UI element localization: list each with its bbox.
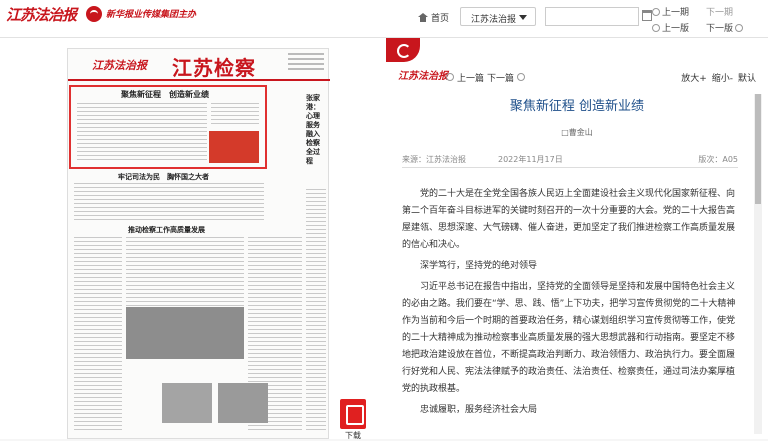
newspaper-page-thumbnail[interactable]: 江苏法治报 江苏检察 聚焦新征程 创造新业绩 张家港：心理服务融入检察全过程 牢… [67,48,330,439]
prev-page-link[interactable]: 上一版 [652,21,689,34]
prev-article-icon [446,73,454,81]
article-edition: 版次：A05 [698,155,738,164]
download-label[interactable]: 下载 [345,430,361,441]
article-source: 来源：江苏法治报 [402,155,466,164]
news-photo [162,383,212,423]
next-article-icon [517,73,526,81]
home-link[interactable]: 首页 [418,11,449,24]
newspaper-select-value: 江苏法治报 [471,15,517,25]
next-page-label: 下一版 [706,24,734,34]
article-subheading: 深学笃行，坚持党的绝对领导 [420,261,538,271]
prev-issue-icon [652,7,660,16]
article-body: 党的二十大是在全党全国各族人民迈上全面建设社会主义现代化国家新征程、向第二个百年… [402,186,742,423]
article-subheading: 忠诚履职，服务经济社会大局 [420,405,538,415]
news-photo [218,383,268,423]
highlighted-article-region[interactable]: 聚焦新征程 创造新业绩 [69,85,267,169]
article-text-lines [211,103,259,127]
article-paragraph: 习近平总书记在报告中指出，坚持党的全面领导是坚持和发展中国特色社会主义的必由之路… [402,282,736,394]
scrollbar[interactable] [754,94,762,434]
next-article-link[interactable]: 下一篇 [487,71,514,84]
scrollbar-thumb[interactable] [755,94,761,204]
article-text-lines [74,183,264,223]
group-name: 新华报业传媒集团主办 [106,10,197,20]
zoom-controls: 放大+ 缩小- 默认 [681,69,756,85]
next-issue-label: 下一期 [706,8,734,18]
page-viewer: 江苏法治报 江苏检察 聚焦新征程 创造新业绩 张家港：心理服务融入检察全过程 牢… [0,38,386,441]
prev-page-label: 上一版 [662,24,690,34]
zoom-in-button[interactable]: 放大+ [681,71,707,84]
group-logo-icon [86,6,102,22]
calendar-icon[interactable] [642,10,652,21]
paper-header: 江苏法治报 江苏检察 [68,49,330,81]
article-text-lines [77,103,207,163]
article-title: 聚焦新征程 创造新业绩 [509,99,645,114]
home-label: 首页 [431,14,450,24]
newspaper-select[interactable]: 江苏法治报 [460,7,536,26]
article-author: □曹金山 [561,128,593,137]
news-photo [126,307,244,359]
zoom-reset-button[interactable]: 默认 [738,71,756,84]
paper-header-info [288,53,324,75]
top-bar: 江苏法治报 新华报业传媒集团主办 首页 江苏法治报 上一期 下一期 上一版 下一… [0,0,768,38]
chevron-down-icon [519,15,527,20]
back-arrow-icon[interactable] [386,38,420,62]
next-page-icon [735,23,744,32]
article-reader: 江苏法治报 上一篇 下一篇 放大+ 缩小- 默认 聚焦新征程 创造新业绩 □曹金… [386,38,768,439]
date-picker-input[interactable] [545,7,652,26]
reader-logo: 江苏法治报 [398,71,448,82]
highlighted-article-title: 聚焦新征程 创造新业绩 [121,89,209,99]
sub-headline[interactable]: 牢记司法为民 胸怀国之大者 [118,172,209,182]
article-title[interactable]: 推动检察工作高质量发展 [128,225,205,235]
next-page-link[interactable]: 下一版 [706,21,744,34]
article-text-lines [74,237,122,433]
article-image [209,131,259,163]
article-date: 2022年11月17日 [498,155,563,164]
prev-article-link[interactable]: 上一篇 [457,71,484,84]
prev-page-icon [652,23,660,32]
side-article-title[interactable]: 张家港：心理服务融入检察全过程 [306,93,322,165]
article-meta: 来源：江苏法治报 2022年11月17日 版次：A05 [402,154,738,168]
paper-masthead: 江苏法治报 [92,59,147,72]
article-text-lines [306,189,326,433]
site-logo[interactable]: 江苏法治报 [6,4,77,25]
paper-section-title: 江苏检察 [172,56,256,80]
article-nav: 上一篇 下一篇 [446,69,526,85]
prev-issue-label: 上一期 [662,8,690,18]
zoom-out-button[interactable]: 缩小- [712,71,733,84]
next-issue-link[interactable]: 下一期 [706,5,733,18]
home-icon [418,13,428,22]
pdf-download-icon[interactable] [340,399,366,429]
prev-issue-link[interactable]: 上一期 [652,5,689,18]
article-paragraph: 党的二十大是在全党全国各族人民迈上全面建设社会主义现代化国家新征程、向第二个百年… [402,189,736,250]
